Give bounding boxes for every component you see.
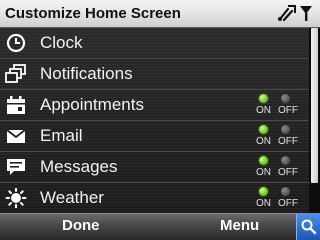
- clock-icon: [5, 33, 27, 53]
- done-softkey[interactable]: Done: [62, 217, 100, 234]
- home-screen-settings: Customize Home Screen Clock Notification…: [0, 0, 320, 240]
- on-off-toggle[interactable]: ON OFF: [255, 155, 299, 181]
- envelope-icon: [5, 126, 27, 146]
- on-indicator: [259, 187, 268, 196]
- list-item-label: Clock: [40, 33, 83, 52]
- on-off-toggle[interactable]: ON OFF: [255, 186, 299, 212]
- list-item-label: Messages: [40, 157, 118, 176]
- on-indicator: [259, 125, 268, 134]
- list-item-label: Notifications: [40, 64, 133, 83]
- on-label: ON: [256, 136, 271, 147]
- off-indicator: [281, 156, 290, 165]
- title-bar: Customize Home Screen: [0, 0, 320, 28]
- notifications-icon: [5, 64, 27, 84]
- on-label: ON: [256, 198, 271, 209]
- page-title: Customize Home Screen: [5, 5, 181, 22]
- sun-icon: [5, 188, 27, 208]
- on-indicator: [259, 156, 268, 165]
- on-label: ON: [256, 167, 271, 178]
- status-icons: [274, 3, 314, 23]
- list-item-appointments[interactable]: Appointments ON OFF: [0, 90, 309, 121]
- list-item-email[interactable]: Email ON OFF: [0, 121, 309, 152]
- on-indicator: [259, 94, 268, 103]
- list-item-clock[interactable]: Clock: [0, 28, 309, 59]
- list-item-messages[interactable]: Messages ON OFF: [0, 152, 309, 183]
- off-label: OFF: [278, 105, 298, 116]
- list-item-label: Appointments: [40, 95, 144, 114]
- off-label: OFF: [278, 136, 298, 147]
- search-button[interactable]: [296, 214, 320, 240]
- scrollbar[interactable]: [309, 28, 320, 213]
- on-off-toggle[interactable]: ON OFF: [255, 124, 299, 150]
- speech-bubble-icon: [5, 157, 27, 177]
- off-indicator: [281, 94, 290, 103]
- scrollbar-thumb[interactable]: [311, 28, 318, 183]
- calendar-icon: [5, 95, 27, 115]
- settings-list: Clock Notifications Appointments ON OFF …: [0, 28, 309, 213]
- on-label: ON: [256, 105, 271, 116]
- off-indicator: [281, 187, 290, 196]
- list-item-label: Email: [40, 126, 83, 145]
- off-label: OFF: [278, 167, 298, 178]
- list-item-weather[interactable]: Weather ON OFF: [0, 183, 309, 213]
- search-icon: [301, 219, 317, 235]
- menu-softkey[interactable]: Menu: [220, 217, 259, 234]
- list-item-notifications[interactable]: Notifications: [0, 59, 309, 90]
- list-item-label: Weather: [40, 188, 104, 207]
- on-off-toggle[interactable]: ON OFF: [255, 93, 299, 119]
- connectivity-icon: [278, 5, 296, 22]
- softkey-bar: Done Menu: [0, 213, 320, 240]
- signal-icon: [300, 6, 312, 21]
- off-label: OFF: [278, 198, 298, 209]
- off-indicator: [281, 125, 290, 134]
